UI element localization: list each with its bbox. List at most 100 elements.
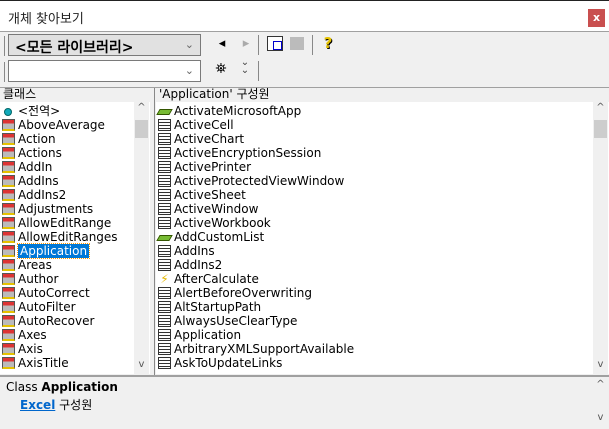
class-item[interactable]: Action: [0, 132, 150, 146]
details-scrollbar[interactable]: ^ v: [593, 377, 608, 429]
class-item[interactable]: Areas: [0, 258, 150, 272]
class-item[interactable]: AboveAverage: [0, 118, 150, 132]
class-item[interactable]: Author: [0, 272, 150, 286]
members-list[interactable]: ActivateMicrosoftApp ActiveCell ActiveChar…: [156, 102, 609, 374]
member-item[interactable]: ActivePrinter: [156, 160, 609, 174]
title-bar: 개체 찾아보기 x: [0, 0, 609, 31]
scroll-down-icon[interactable]: v: [593, 359, 608, 374]
class-item[interactable]: Actions: [0, 146, 150, 160]
property-icon: [158, 357, 171, 369]
members-pane: 'Application' 구성원: [156, 88, 609, 102]
class-item[interactable]: AllowEditRanges: [0, 230, 150, 244]
class-item[interactable]: AddIns2: [0, 188, 150, 202]
class-item[interactable]: Adjustments: [0, 202, 150, 216]
member-item[interactable]: ActiveWorkbook: [156, 216, 609, 230]
scroll-down-icon[interactable]: v: [134, 359, 149, 374]
property-icon: [158, 343, 171, 355]
back-button[interactable]: ◂: [213, 36, 231, 51]
member-item[interactable]: ActiveWindow: [156, 202, 609, 216]
toolbar: <모든 라이브러리> ⌄ ◂ ▸ ? ⌄ ⛯ ⌄ ⌄: [0, 31, 609, 88]
item-label: AllowEditRange: [18, 216, 112, 230]
classes-pane: 클래스: [0, 88, 150, 102]
member-item[interactable]: ActiveSheet: [156, 188, 609, 202]
item-label: AddIn: [18, 160, 53, 174]
item-label: Actions: [18, 146, 62, 160]
property-icon: [158, 301, 171, 313]
property-icon: [158, 203, 171, 215]
member-item[interactable]: AskToUpdateLinks: [156, 356, 609, 370]
item-label: Application: [174, 328, 242, 342]
class-item[interactable]: AutoFilter: [0, 300, 150, 314]
member-item[interactable]: ArbitraryXMLSupportAvailable: [156, 342, 609, 356]
copy-icon[interactable]: [267, 36, 283, 51]
scroll-thumb[interactable]: [135, 120, 148, 138]
toolbar-grip: [4, 36, 6, 56]
class-icon: [2, 259, 15, 271]
class-item[interactable]: AutoCorrect: [0, 286, 150, 300]
item-label: AddIns: [174, 244, 215, 258]
globe-icon: [4, 108, 12, 116]
member-item[interactable]: ⚡ AfterCalculate: [156, 272, 609, 286]
binoculars-icon[interactable]: ⛯: [212, 61, 230, 77]
item-label: AddIns2: [18, 188, 67, 202]
splitter[interactable]: [150, 88, 155, 375]
scroll-down-icon[interactable]: v: [593, 412, 608, 427]
member-item[interactable]: AlwaysUseClearType: [156, 314, 609, 328]
class-item[interactable]: Application: [0, 243, 150, 259]
class-icon: [2, 119, 15, 131]
member-of-text: 구성원: [59, 398, 93, 412]
library-dropdown[interactable]: <모든 라이브러리> ⌄: [8, 34, 201, 56]
item-label: Application: [16, 243, 91, 259]
member-item[interactable]: ActivateMicrosoftApp: [156, 104, 609, 118]
scroll-up-icon[interactable]: ^: [593, 379, 608, 394]
member-item[interactable]: AlertBeforeOverwriting: [156, 286, 609, 300]
member-item[interactable]: ActiveCell: [156, 118, 609, 132]
help-button[interactable]: ?: [319, 34, 337, 52]
member-item[interactable]: ActiveChart: [156, 132, 609, 146]
class-item[interactable]: AddIns: [0, 174, 150, 188]
class-item[interactable]: Axes: [0, 328, 150, 342]
item-label: Axes: [18, 328, 47, 342]
property-icon: [158, 147, 171, 159]
item-label: AllowEditRanges: [18, 230, 118, 244]
class-item[interactable]: AutoRecover: [0, 314, 150, 328]
member-item[interactable]: AddIns: [156, 244, 609, 258]
separator: [258, 35, 259, 55]
window-title: 개체 찾아보기: [8, 12, 84, 27]
library-link[interactable]: Excel: [20, 398, 55, 412]
scroll-up-icon[interactable]: ^: [593, 102, 608, 117]
details-name: Application: [41, 380, 118, 394]
item-label: AltStartupPath: [174, 300, 262, 314]
class-item[interactable]: AxisTitle: [0, 356, 150, 370]
classes-list[interactable]: <전역> AboveAverage Action Actions AddIn AddIns…: [0, 102, 150, 374]
member-item[interactable]: AltStartupPath: [156, 300, 609, 314]
class-item[interactable]: <전역>: [0, 104, 150, 118]
search-input[interactable]: ⌄: [8, 60, 201, 82]
class-item[interactable]: AddIn: [0, 160, 150, 174]
class-item[interactable]: AllowEditRange: [0, 216, 150, 230]
item-label: AutoRecover: [18, 314, 95, 328]
property-icon: [158, 217, 171, 229]
scroll-thumb[interactable]: [594, 120, 607, 138]
property-icon: [158, 161, 171, 173]
member-item[interactable]: ActiveProtectedViewWindow: [156, 174, 609, 188]
item-label: Action: [18, 132, 56, 146]
class-icon: [2, 203, 15, 215]
chevron-down-icon: ⌄: [184, 64, 194, 77]
member-item[interactable]: AddCustomList: [156, 230, 609, 244]
member-item[interactable]: Application: [156, 328, 609, 342]
close-button[interactable]: x: [588, 9, 605, 27]
class-item[interactable]: Axis: [0, 342, 150, 356]
toggle-results-button[interactable]: ⌄ ⌄: [236, 58, 254, 76]
property-icon: [158, 329, 171, 341]
classes-header: 클래스: [0, 88, 150, 102]
member-item[interactable]: ActiveEncryptionSession: [156, 146, 609, 160]
scroll-up-icon[interactable]: ^: [134, 102, 149, 117]
classes-scrollbar[interactable]: ^ v: [134, 102, 149, 374]
forward-button[interactable]: ▸: [237, 36, 255, 51]
separator: [258, 61, 259, 81]
member-item[interactable]: AddIns2: [156, 258, 609, 272]
class-icon: [2, 315, 15, 327]
members-scrollbar[interactable]: ^ v: [593, 102, 608, 374]
view-definition-icon[interactable]: [290, 37, 304, 50]
